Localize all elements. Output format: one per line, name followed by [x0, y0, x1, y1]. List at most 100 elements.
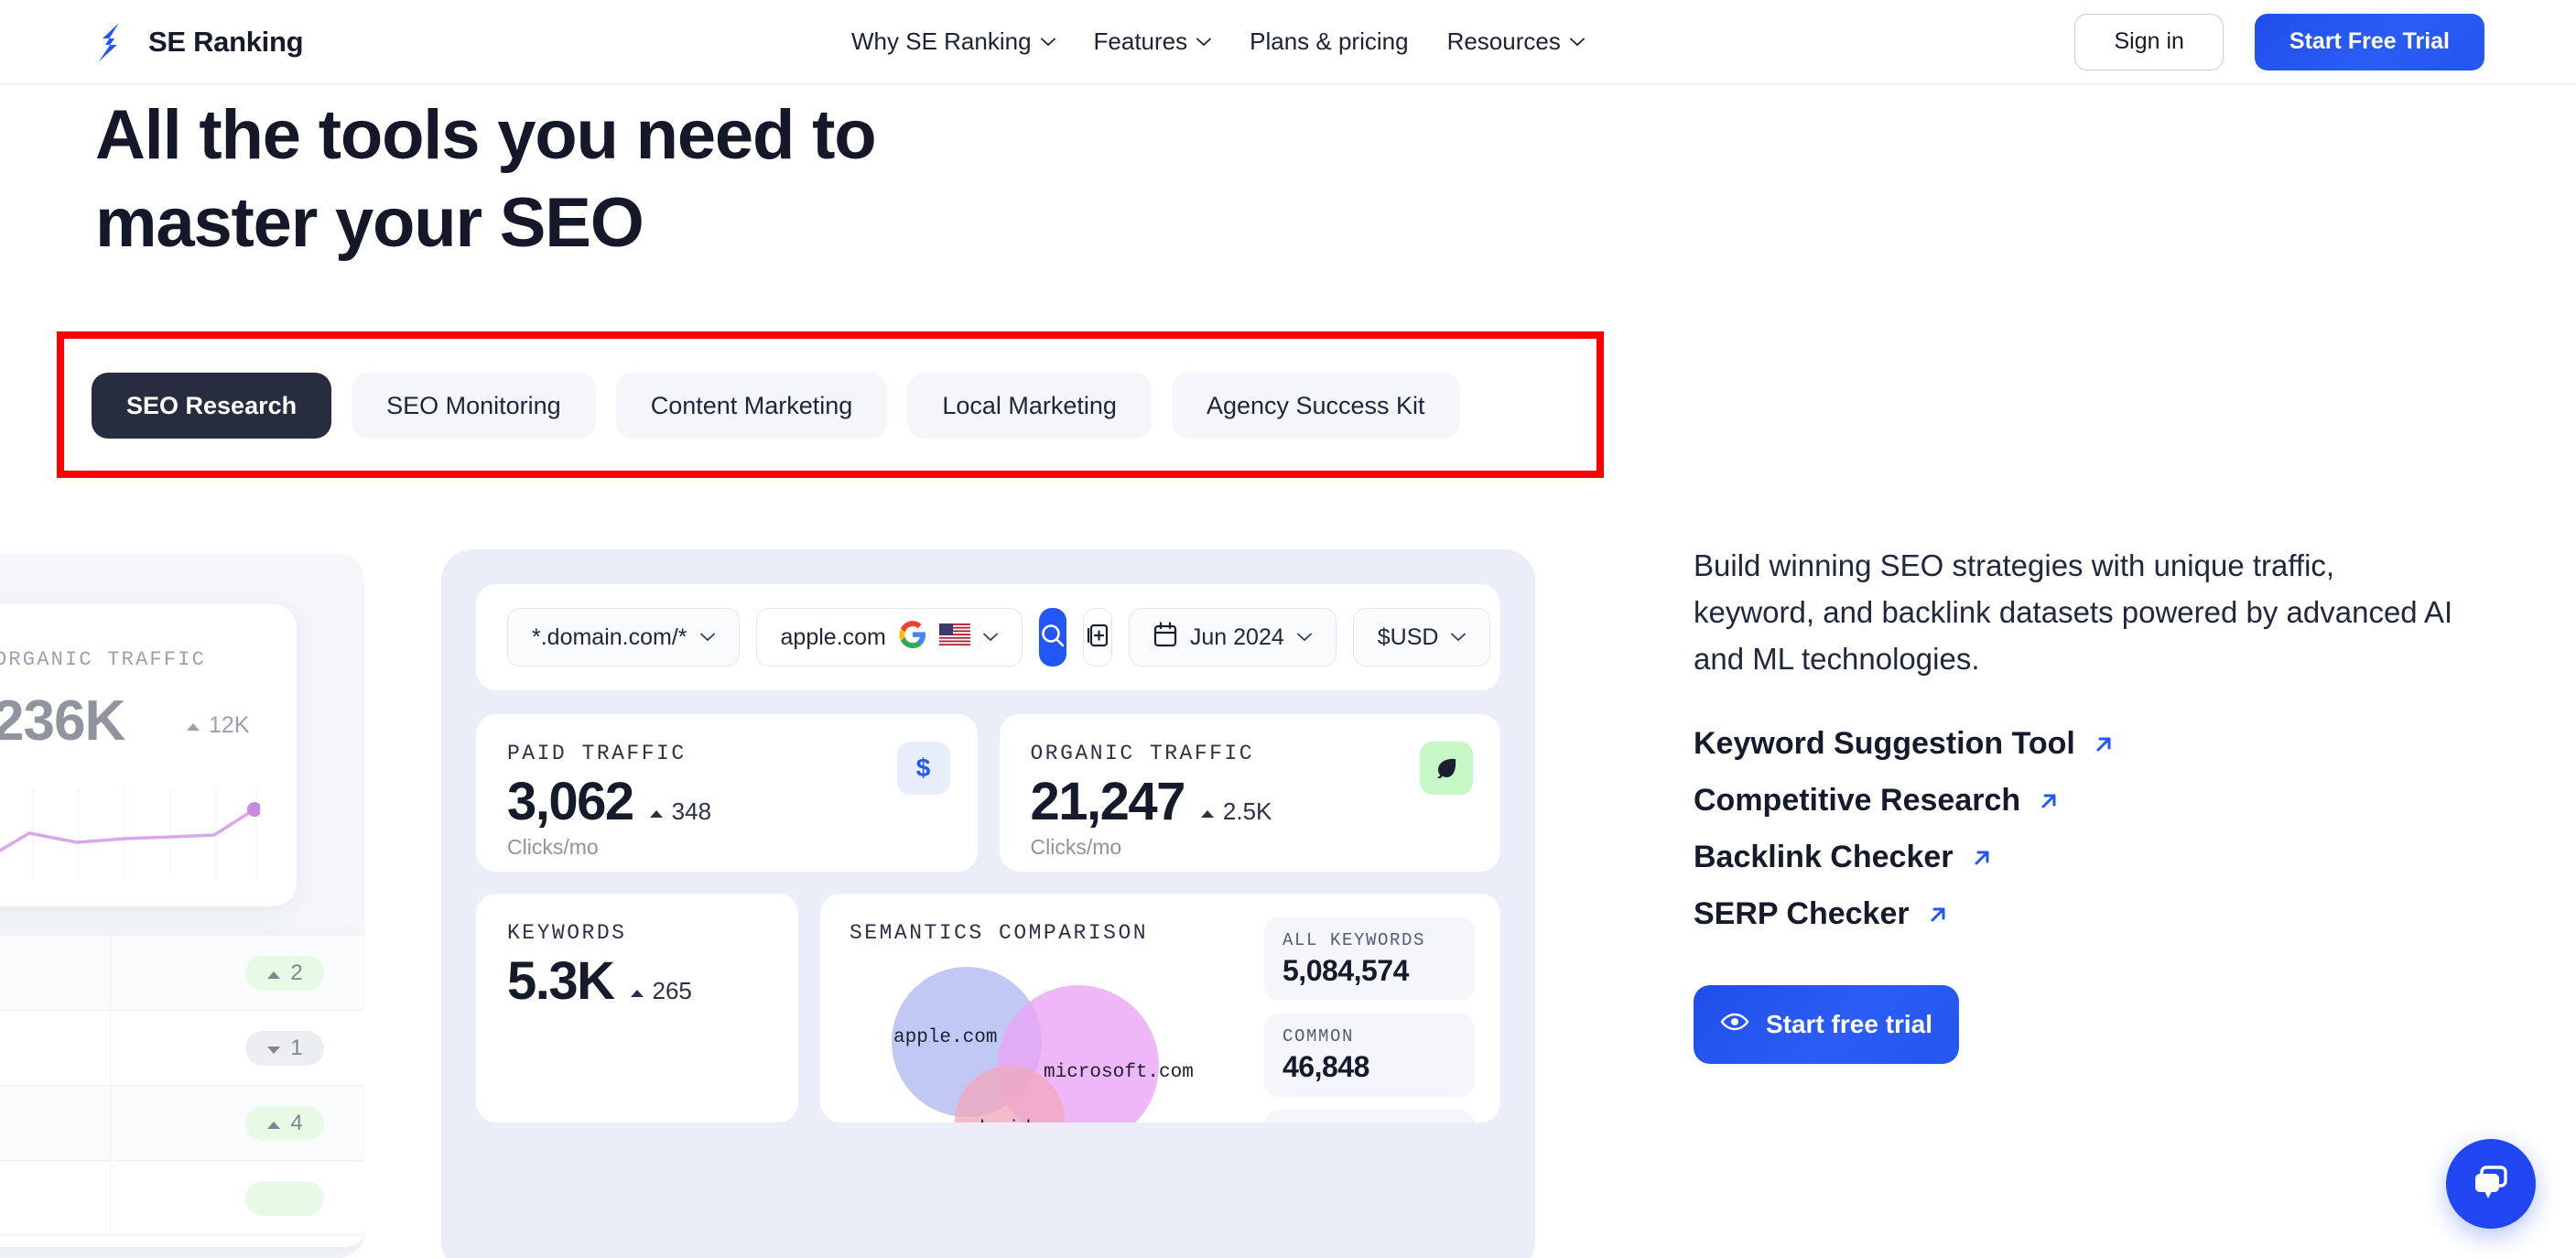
tab-local-marketing[interactable]: Local Marketing: [907, 373, 1152, 439]
badge-value: 2: [290, 960, 303, 985]
cta-label: Start free trial: [1765, 1010, 1933, 1038]
domain-pattern-select[interactable]: *.domain.com/*: [507, 608, 740, 667]
venn-label-microsoft: microsoft.com: [1044, 1062, 1194, 1083]
link-label: Backlink Checker: [1694, 840, 1954, 874]
chevron-down-icon: [1569, 38, 1585, 47]
table-row: 2: [0, 936, 364, 1011]
card-delta: 265: [629, 977, 692, 1005]
organic-traffic-card: ORGANIC TRAFFIC 21,247 2.5K Clicks/mo: [999, 714, 1500, 872]
position-change-badge: [245, 1181, 324, 1216]
card-label: PAID TRAFFIC: [507, 742, 687, 765]
panel-description: Build winning SEO strategies with unique…: [1694, 548, 2453, 676]
page-title-line-2: master your SEO: [95, 184, 644, 262]
dashboard-search-bar: *.domain.com/* apple.com Jun 2024 $USD: [476, 584, 1500, 690]
leaf-icon: [1420, 742, 1473, 795]
chevron-down-icon: [1451, 633, 1467, 642]
nav-label: Resources: [1446, 27, 1561, 55]
badge-value: 4: [290, 1111, 303, 1135]
link-backlink-checker[interactable]: Backlink Checker: [1694, 840, 2462, 875]
stat-all-keywords: ALL KEYWORDS 5,084,574: [1264, 917, 1475, 1001]
semantics-comparison-card: SEMANTICS COMPARISON apple.com microsoft…: [820, 894, 1500, 1122]
card-value: 21,247: [1030, 772, 1186, 831]
domain-value: apple.com: [780, 624, 886, 650]
badge-value: 1: [290, 1036, 303, 1060]
link-label: Keyword Suggestion Tool: [1694, 726, 2075, 761]
stat-value: 46,848: [1283, 1050, 1369, 1083]
table-row: 1: [0, 1011, 364, 1086]
tab-seo-research[interactable]: SEO Research: [92, 373, 332, 439]
link-keyword-suggestion-tool[interactable]: Keyword Suggestion Tool: [1694, 726, 2462, 762]
nav-item-features[interactable]: Features: [1094, 27, 1212, 56]
search-button[interactable]: [1038, 608, 1066, 667]
stat-label: ALL KEYWORDS: [1283, 930, 1426, 950]
position-change-badge: 2: [245, 956, 324, 991]
arrow-up-icon: [185, 712, 201, 739]
nav-item-resources[interactable]: Resources: [1447, 27, 1585, 56]
sign-in-button[interactable]: Sign in: [2074, 13, 2224, 70]
currency-value: $USD: [1377, 624, 1439, 650]
link-label: Competitive Research: [1694, 783, 2021, 818]
link-competitive-research[interactable]: Competitive Research: [1694, 783, 2462, 819]
chevron-down-icon: [699, 633, 715, 642]
add-to-project-button[interactable]: [1082, 608, 1112, 667]
dollar-icon: $: [896, 742, 950, 795]
card-delta-value: 265: [652, 977, 692, 1004]
site-header: SE Ranking Why SE Ranking Features Plans…: [0, 0, 2576, 84]
ghost-organic-traffic-card: ORGANIC TRAFFIC 236K 12K: [0, 604, 297, 906]
semantics-stats-list: ALL KEYWORDS 5,084,574 COMMON 46,848 MIS…: [1264, 917, 1475, 1122]
table-cell-divider: [110, 1011, 111, 1085]
metric-cards-row: PAID TRAFFIC 3,062 348 Clicks/mo $ ORGAN…: [476, 714, 1500, 872]
brand-logo[interactable]: SE Ranking: [95, 22, 304, 62]
nav-label: Why SE Ranking: [851, 27, 1032, 55]
table-row: n/ 4: [0, 1086, 364, 1161]
ghost-card-label: ORGANIC TRAFFIC: [0, 648, 207, 671]
table-cell-divider: [110, 936, 111, 1010]
card-value: 5.3K: [507, 951, 615, 1011]
venn-label-apple: apple.com: [893, 1027, 998, 1048]
header-actions: Sign in Start Free Trial: [2074, 13, 2484, 70]
card-label: ORGANIC TRAFFIC: [1030, 742, 1255, 765]
page-title-line-1: All the tools you need to: [95, 96, 877, 174]
brand-name: SE Ranking: [148, 25, 304, 58]
chevron-down-icon: [1196, 38, 1212, 47]
calendar-icon: [1153, 621, 1177, 654]
google-icon: [899, 620, 926, 655]
currency-select[interactable]: $USD: [1352, 608, 1491, 667]
add-to-project-icon: [1084, 622, 1111, 654]
link-serp-checker[interactable]: SERP Checker: [1694, 896, 2462, 932]
chevron-down-icon: [982, 633, 998, 642]
page-root: SE Ranking Why SE Ranking Features Plans…: [0, 0, 2576, 1258]
nav-item-why-se-ranking[interactable]: Why SE Ranking: [851, 27, 1055, 56]
product-dashboard-mockup: *.domain.com/* apple.com Jun 2024 $USD P…: [441, 549, 1535, 1258]
arrow-down-icon: [266, 1036, 281, 1061]
stat-label: COMMON: [1283, 1026, 1355, 1047]
arrow-up-icon: [648, 797, 665, 826]
start-free-trial-button[interactable]: Start Free Trial: [2254, 13, 2484, 70]
nav-item-plans-pricing[interactable]: Plans & pricing: [1250, 27, 1408, 56]
start-free-trial-cta-button[interactable]: Start free trial: [1694, 985, 1959, 1064]
tool-links-list: Keyword Suggestion Tool Competitive Rese…: [1694, 726, 2462, 932]
arrow-up-right-icon: [1970, 846, 1994, 870]
ghost-card-delta: 12K: [185, 712, 249, 739]
tab-agency-success-kit[interactable]: Agency Success Kit: [1171, 373, 1460, 439]
nav-label: Plans & pricing: [1250, 27, 1409, 55]
table-cell-divider: [110, 1161, 111, 1235]
card-delta-value: 348: [671, 797, 712, 825]
arrow-up-icon: [1199, 797, 1216, 826]
table-row: [0, 1161, 364, 1236]
link-label: SERP Checker: [1694, 896, 1910, 931]
arrow-up-right-icon: [2037, 789, 2061, 813]
main-navigation: Why SE Ranking Features Plans & pricing …: [851, 27, 1585, 56]
card-label: KEYWORDS: [507, 921, 627, 945]
right-content-panel: Build winning SEO strategies with unique…: [1694, 542, 2462, 1064]
stat-common: COMMON 46,848: [1264, 1014, 1475, 1097]
chat-widget-button[interactable]: [2446, 1139, 2536, 1229]
date-range-select[interactable]: Jun 2024: [1128, 608, 1337, 667]
chevron-down-icon: [1040, 38, 1055, 47]
venn-label-android: android.com: [950, 1119, 1077, 1122]
arrow-up-icon: [266, 1111, 281, 1136]
tab-seo-monitoring[interactable]: SEO Monitoring: [352, 373, 596, 439]
tab-content-marketing[interactable]: Content Marketing: [615, 373, 888, 439]
page-title: All the tools you need to master your SE…: [95, 92, 1194, 267]
domain-search-input[interactable]: apple.com: [755, 608, 1023, 667]
